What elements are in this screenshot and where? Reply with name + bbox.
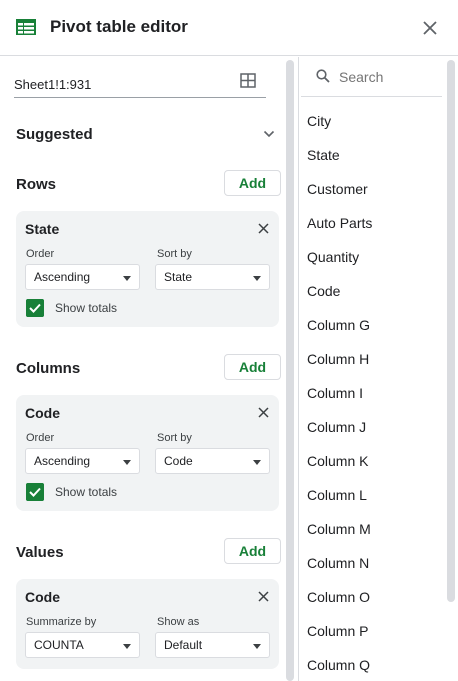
field-item[interactable]: Column J: [307, 419, 366, 435]
field-item[interactable]: Column M: [307, 521, 371, 537]
value-field-title: Code: [25, 589, 60, 605]
suggested-heading[interactable]: Suggested: [16, 126, 93, 143]
column-field-title: Code: [25, 405, 60, 421]
summarize-select[interactable]: COUNTA: [25, 632, 140, 658]
column-field-card: Code Order Ascending Sort by Code Show t…: [16, 395, 279, 511]
field-item[interactable]: Column H: [307, 351, 369, 367]
sheets-table-icon: [16, 19, 36, 35]
order-select[interactable]: Ascending: [25, 448, 140, 474]
select-range-grid-icon[interactable]: [240, 73, 256, 88]
order-label: Order: [26, 432, 55, 444]
close-icon[interactable]: [258, 407, 269, 418]
field-item[interactable]: Code: [307, 283, 340, 299]
show-totals-label: Show totals: [55, 485, 118, 499]
field-item[interactable]: Quantity: [307, 249, 359, 265]
summarize-value: COUNTA: [34, 638, 84, 652]
panel-divider: [298, 57, 299, 681]
left-panel-scrollbar[interactable]: [286, 60, 294, 681]
field-item[interactable]: Column K: [307, 453, 368, 469]
order-select[interactable]: Ascending: [25, 264, 140, 290]
order-label: Order: [26, 248, 55, 260]
fields-scrollbar[interactable]: [447, 60, 455, 602]
show-totals-label: Show totals: [55, 301, 118, 315]
rows-heading: Rows: [16, 176, 57, 193]
field-item[interactable]: Customer: [307, 181, 368, 197]
dropdown-caret-icon: [123, 644, 131, 649]
order-value: Ascending: [34, 270, 91, 284]
close-icon[interactable]: [421, 19, 439, 37]
add-value-button[interactable]: Add: [224, 538, 281, 564]
field-item[interactable]: Column G: [307, 317, 370, 333]
close-icon[interactable]: [258, 591, 269, 602]
add-row-button[interactable]: Add: [224, 170, 281, 196]
field-item[interactable]: Column L: [307, 487, 367, 503]
summarize-label: Summarize by: [26, 616, 97, 628]
value-field-card: Code Summarize by COUNTA Show as Default: [16, 579, 279, 669]
showas-select[interactable]: Default: [155, 632, 270, 658]
order-value: Ascending: [34, 454, 91, 468]
field-item[interactable]: State: [307, 147, 340, 163]
values-heading: Values: [16, 544, 64, 561]
close-icon[interactable]: [258, 223, 269, 234]
field-item[interactable]: Column N: [307, 555, 369, 571]
field-item[interactable]: City: [307, 113, 331, 129]
sortby-select[interactable]: State: [155, 264, 270, 290]
sortby-value: State: [164, 270, 193, 284]
add-column-button[interactable]: Add: [224, 354, 281, 380]
data-range-field[interactable]: Sheet1!1:931: [14, 77, 91, 92]
field-search-input[interactable]: [339, 69, 434, 85]
dropdown-caret-icon: [253, 276, 261, 281]
dropdown-caret-icon: [253, 644, 261, 649]
field-item[interactable]: Column P: [307, 623, 368, 639]
showas-label: Show as: [157, 616, 200, 628]
dropdown-caret-icon: [123, 276, 131, 281]
field-item[interactable]: Column I: [307, 385, 363, 401]
data-range-underline: [14, 97, 266, 98]
sortby-label: Sort by: [157, 248, 192, 260]
editor-title: Pivot table editor: [50, 17, 188, 36]
dropdown-caret-icon: [123, 460, 131, 465]
row-field-card: State Order Ascending Sort by State Show…: [16, 211, 279, 327]
search-underline: [301, 96, 442, 97]
row-field-title: State: [25, 221, 60, 237]
showas-value: Default: [164, 638, 203, 652]
chevron-down-icon[interactable]: [263, 130, 275, 138]
show-totals-checkbox[interactable]: [26, 299, 44, 317]
search-icon: [316, 69, 330, 83]
dropdown-caret-icon: [253, 460, 261, 465]
sortby-label: Sort by: [157, 432, 192, 444]
show-totals-checkbox[interactable]: [26, 483, 44, 501]
sortby-value: Code: [164, 454, 193, 468]
columns-heading: Columns: [16, 360, 81, 377]
editor-header: Pivot table editor: [0, 0, 458, 56]
sortby-select[interactable]: Code: [155, 448, 270, 474]
field-item[interactable]: Column O: [307, 589, 370, 605]
field-item[interactable]: Auto Parts: [307, 215, 372, 231]
field-item[interactable]: Column Q: [307, 657, 370, 673]
